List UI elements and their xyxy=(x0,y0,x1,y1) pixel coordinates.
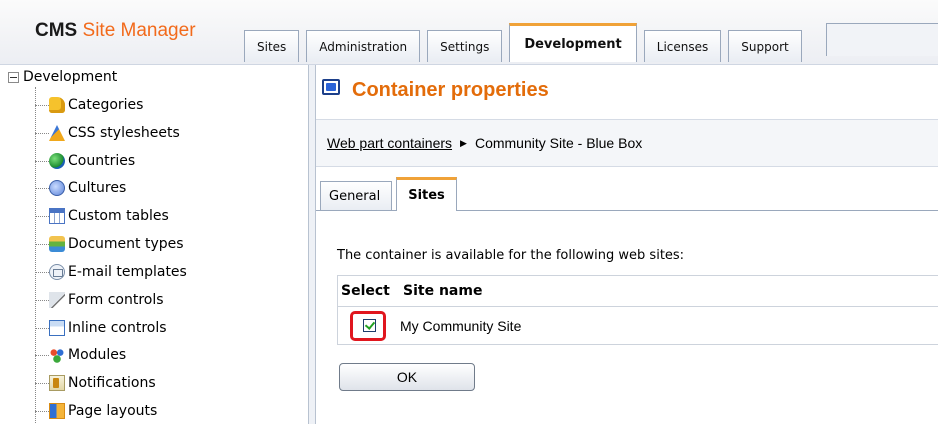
column-header-select: Select xyxy=(341,283,390,299)
grid-header: Select Site name xyxy=(338,276,938,307)
modules-icon xyxy=(49,347,65,363)
property-tabs: General Sites xyxy=(316,166,938,211)
tree-item-label: Notifications xyxy=(68,375,156,391)
breadcrumb: Web part containers ▶ Community Site - B… xyxy=(327,135,642,151)
tree-item-modules[interactable]: Modules xyxy=(35,345,126,365)
brand-name: Site Manager xyxy=(82,20,196,41)
tab-sites-properties[interactable]: Sites xyxy=(396,177,457,211)
tree-item-label: Cultures xyxy=(68,180,127,196)
tree-item-categories[interactable]: Categories xyxy=(35,95,143,115)
notifications-icon xyxy=(49,375,65,391)
tree-item-label: Inline controls xyxy=(68,320,167,336)
tab-sites[interactable]: Sites xyxy=(244,30,300,62)
tabs-filler xyxy=(826,23,938,56)
table-row: My Community Site xyxy=(338,307,938,344)
development-tree: Development Categories CSS stylesheets C… xyxy=(0,65,309,424)
tree-item-label: Page layouts xyxy=(68,403,158,419)
annotation-highlight xyxy=(350,311,386,341)
tree-item-inline-controls[interactable]: Inline controls xyxy=(35,318,167,338)
title-bar: Container properties xyxy=(316,65,938,118)
app-logo: CMS Site Manager xyxy=(35,20,196,42)
ok-button[interactable]: OK xyxy=(339,363,475,391)
tree-item-document-types[interactable]: Document types xyxy=(35,234,184,254)
tree-item-label: Form controls xyxy=(68,292,164,308)
tab-support[interactable]: Support xyxy=(728,30,802,62)
tree-item-email-templates[interactable]: E-mail templates xyxy=(35,262,187,282)
breadcrumb-current: Community Site - Blue Box xyxy=(474,135,643,151)
email-templates-icon xyxy=(49,264,65,280)
page-layouts-icon xyxy=(49,403,65,419)
page-title: Container properties xyxy=(352,79,549,101)
form-controls-icon xyxy=(49,292,65,308)
tab-general[interactable]: General xyxy=(320,181,392,210)
content-pane: Container properties Web part containers… xyxy=(316,65,938,424)
tab-administration[interactable]: Administration xyxy=(306,30,421,62)
tree-item-custom-tables[interactable]: Custom tables xyxy=(35,206,169,226)
tree-item-page-layouts[interactable]: Page layouts xyxy=(35,401,157,421)
inline-controls-icon xyxy=(49,320,65,336)
categories-icon xyxy=(49,97,65,113)
tree-item-cultures[interactable]: Cultures xyxy=(35,178,126,198)
app-header: CMS Site Manager Sites Administration Se… xyxy=(0,0,938,65)
tree-item-label: Categories xyxy=(68,97,144,113)
css-icon xyxy=(49,125,65,141)
sites-grid: Select Site name My Community Site xyxy=(337,275,938,345)
tree-item-label: CSS stylesheets xyxy=(68,125,180,141)
collapse-icon[interactable] xyxy=(8,71,19,83)
tree-item-countries[interactable]: Countries xyxy=(35,151,135,171)
tree-item-css-stylesheets[interactable]: CSS stylesheets xyxy=(35,123,180,143)
breadcrumb-arrow-icon: ▶ xyxy=(460,137,467,148)
tree-item-label: Countries xyxy=(68,153,136,169)
document-types-icon xyxy=(49,236,65,252)
main-tabs: Sites Administration Settings Developmen… xyxy=(244,23,809,62)
column-header-site-name: Site name xyxy=(403,283,483,299)
breadcrumb-link-web-part-containers[interactable]: Web part containers xyxy=(327,135,452,151)
select-cell xyxy=(338,307,400,344)
tree-item-form-controls[interactable]: Form controls xyxy=(35,290,164,310)
tree-item-label: Modules xyxy=(68,347,127,363)
pane-splitter[interactable] xyxy=(309,65,316,424)
breadcrumb-bar: Web part containers ▶ Community Site - B… xyxy=(316,119,938,167)
container-icon xyxy=(322,79,340,95)
site-name-cell: My Community Site xyxy=(400,317,522,334)
brand-bold: CMS xyxy=(35,20,78,41)
sites-description: The container is available for the follo… xyxy=(337,248,685,263)
tree-root-development[interactable]: Development xyxy=(8,69,117,85)
cultures-icon xyxy=(49,180,65,196)
tree-item-label: Custom tables xyxy=(68,208,169,224)
tree-item-label: E-mail templates xyxy=(68,264,187,280)
tree-item-label: Document types xyxy=(68,236,184,252)
countries-icon xyxy=(49,153,65,169)
tab-licenses[interactable]: Licenses xyxy=(643,30,722,62)
custom-tables-icon xyxy=(49,208,65,224)
tab-development[interactable]: Development xyxy=(509,23,637,62)
tab-settings[interactable]: Settings xyxy=(427,30,503,62)
tree-root-label: Development xyxy=(23,69,118,85)
tree-item-notifications[interactable]: Notifications xyxy=(35,373,156,393)
